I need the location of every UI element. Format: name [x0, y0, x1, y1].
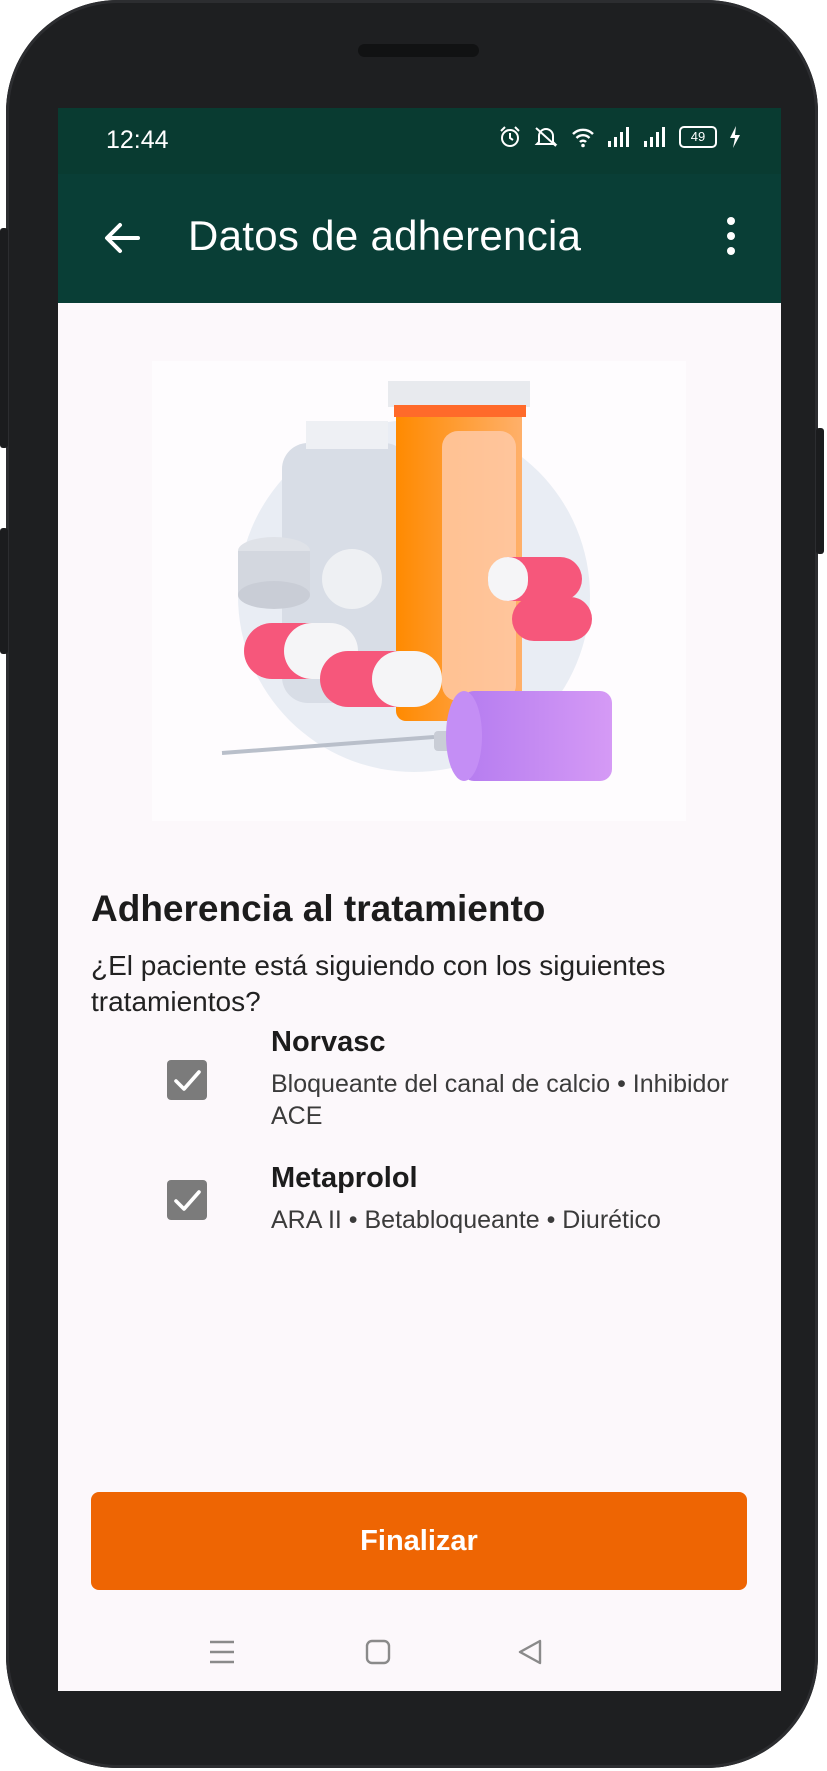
app-screen: 12:44 49 Datos de adherencia Adherencia … — [58, 108, 781, 1691]
checkmark-icon — [174, 1190, 201, 1211]
signal-icon — [608, 127, 629, 147]
status-bar: 12:44 49 — [58, 108, 781, 174]
checkmark-icon — [174, 1070, 201, 1091]
treatment-checkbox[interactable] — [167, 1060, 207, 1100]
mute-icon — [534, 127, 558, 147]
treatment-description: ARA II • Betabloqueante • Diurético — [271, 1206, 661, 1234]
status-icons: 49 — [499, 126, 741, 148]
charging-icon — [730, 126, 740, 148]
alarm-icon — [500, 126, 520, 147]
adherence-question: ¿El paciente está siguiendo con los sigu… — [91, 950, 666, 1017]
treatment-name: Metaprolol — [271, 1162, 418, 1194]
signal-icon — [644, 127, 665, 147]
side-button — [0, 528, 8, 654]
treatment-checkbox[interactable] — [167, 1180, 207, 1220]
treatment-name: Norvasc — [271, 1026, 386, 1058]
phone-frame: 12:44 49 Datos de adherencia Adherencia … — [0, 0, 824, 1768]
medication-illustration — [152, 361, 686, 821]
volume-button — [0, 228, 8, 448]
menu-icon[interactable] — [202, 1632, 242, 1672]
wifi-icon — [572, 128, 594, 148]
more-vert-icon[interactable] — [721, 214, 741, 258]
power-button — [816, 428, 824, 554]
system-nav-bar — [58, 1618, 781, 1691]
treatment-description: Bloqueante del canal de calcio • Inhibid… — [271, 1070, 729, 1130]
section-title: Adherencia al tratamiento — [91, 888, 546, 929]
arrow-left-icon[interactable] — [102, 218, 142, 258]
back-triangle-icon[interactable] — [510, 1632, 550, 1672]
app-bar: Datos de adherencia — [58, 174, 781, 303]
page-title: Datos de adherencia — [188, 212, 582, 259]
speaker-grille — [358, 44, 479, 57]
finish-button[interactable]: Finalizar — [91, 1492, 747, 1590]
battery-icon: 49 — [679, 126, 717, 148]
battery-level: 49 — [690, 129, 706, 144]
home-icon[interactable] — [358, 1632, 398, 1672]
status-time: 12:44 — [106, 126, 169, 154]
